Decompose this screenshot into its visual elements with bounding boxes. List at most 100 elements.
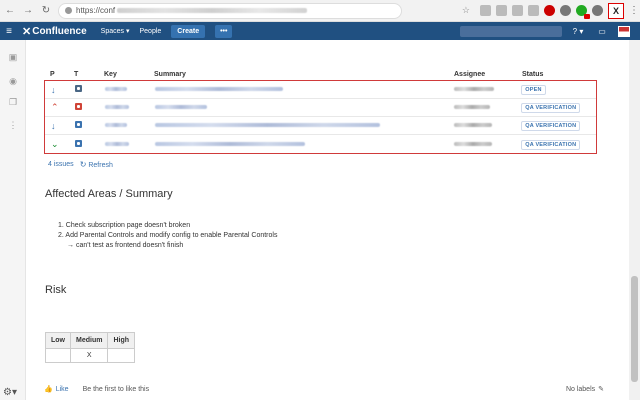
app-switcher-icon[interactable]: ≡ xyxy=(0,26,18,37)
extension-icon[interactable] xyxy=(512,5,523,16)
priority-low-icon: ↓ xyxy=(51,120,56,131)
refresh-label: Refresh xyxy=(88,162,113,169)
space-icon[interactable]: ▣ xyxy=(7,52,19,64)
confluence-header: ≡ ✕ Confluence Spaces ▾ People Create ••… xyxy=(0,22,640,40)
issue-key-redacted[interactable] xyxy=(104,123,127,127)
extension-icon[interactable] xyxy=(560,5,571,16)
list-sub-item: → can't test as frontend doesn't finish xyxy=(67,242,184,249)
settings-extension-icon[interactable] xyxy=(592,5,603,16)
page-footer: 👍 Like Be the first to like this No labe… xyxy=(44,385,604,394)
summary-redacted[interactable] xyxy=(154,123,380,127)
bug-type-icon xyxy=(74,103,82,110)
feed-icon[interactable]: ◉ xyxy=(7,76,19,88)
story-type-icon xyxy=(74,139,82,147)
affected-list: 1. Check subscription page doesn't broke… xyxy=(58,221,277,251)
status-badge: OPEN xyxy=(521,85,546,95)
site-info-icon[interactable] xyxy=(65,7,72,14)
refresh-icon: ↻ xyxy=(79,160,87,169)
like-summary: Be the first to like this xyxy=(82,385,150,393)
column-summary[interactable]: Summary xyxy=(154,71,454,78)
more-create-button[interactable]: ••• xyxy=(215,24,233,38)
tree-icon[interactable]: ⋮ xyxy=(7,120,19,132)
status-badge: QA VERIFICATION xyxy=(521,139,581,150)
summary-redacted[interactable] xyxy=(154,105,207,109)
url-text: https://conf xyxy=(76,6,116,15)
gear-icon[interactable]: ⚙▾ xyxy=(3,387,17,398)
priority-trivial-icon: ⌄ xyxy=(51,138,59,149)
risk-table: Low Medium High X xyxy=(45,332,136,363)
extension-icon[interactable] xyxy=(576,5,590,19)
extension-icon[interactable] xyxy=(480,5,491,16)
assignee-redacted xyxy=(453,87,494,91)
bookmark-star-icon[interactable]: ☆ xyxy=(462,5,470,16)
like-icon: 👍 xyxy=(44,386,53,393)
table-row[interactable]: ↓ OPEN xyxy=(45,81,596,99)
help-icon[interactable]: ? ▾ xyxy=(570,27,586,36)
extension-icon[interactable] xyxy=(496,5,507,16)
edit-labels-icon[interactable]: ✎ xyxy=(598,385,604,393)
assignee-redacted xyxy=(453,141,492,146)
avatar[interactable] xyxy=(618,25,630,37)
help-label: ? xyxy=(572,26,578,36)
space-sidebar: ▣ ◉ ❐ ⋮ xyxy=(0,40,26,400)
nav-spaces[interactable]: Spaces ▾ xyxy=(101,27,130,35)
summary-redacted[interactable] xyxy=(154,141,305,146)
column-assignee[interactable]: Assignee xyxy=(454,71,522,78)
browser-menu-icon[interactable]: ⋮ xyxy=(628,5,640,16)
url-redacted xyxy=(117,8,308,13)
table-row[interactable]: ↓ QA VERIFICATION xyxy=(45,117,596,135)
jira-issues-macro: P T Key Summary Assignee Status ↓ OPEN ⌃ xyxy=(44,68,597,169)
task-type-icon xyxy=(74,85,82,92)
forward-arrow-icon[interactable]: → xyxy=(20,3,36,19)
list-item: 1. Check subscription page doesn't broke… xyxy=(58,222,191,229)
extensions-area: X xyxy=(480,2,624,19)
assignee-redacted xyxy=(453,105,490,109)
notifications-icon[interactable]: ▭ xyxy=(594,27,610,36)
column-priority[interactable]: P xyxy=(44,71,74,78)
labels-area[interactable]: No labels ✎ xyxy=(566,385,604,394)
assignee-redacted xyxy=(453,123,492,127)
summary-redacted[interactable] xyxy=(154,87,283,91)
confluence-logo[interactable]: ✕ Confluence xyxy=(22,25,87,38)
pages-icon[interactable]: ❐ xyxy=(7,97,19,109)
refresh-button[interactable]: ↻ Refresh xyxy=(80,160,113,169)
table-row[interactable]: ⌄ QA VERIFICATION xyxy=(45,135,596,153)
page-content: P T Key Summary Assignee Status ↓ OPEN ⌃ xyxy=(26,40,629,400)
issue-key-redacted[interactable] xyxy=(104,141,129,146)
risk-high-cell xyxy=(107,348,136,363)
column-key[interactable]: Key xyxy=(104,71,154,78)
nav-people[interactable]: People xyxy=(140,28,162,35)
confluence-logo-icon: ✕ xyxy=(22,25,32,38)
status-badge: QA VERIFICATION xyxy=(521,121,581,131)
create-button[interactable]: Create xyxy=(171,24,206,38)
risk-low-cell xyxy=(45,348,71,363)
issue-key-redacted[interactable] xyxy=(104,105,129,109)
top-navigation: Spaces ▾ People Create ••• xyxy=(101,24,233,38)
nav-spaces-label: Spaces xyxy=(100,28,125,35)
reload-icon[interactable]: ↻ xyxy=(38,3,54,19)
story-type-icon xyxy=(74,121,82,128)
browser-toolbar: ← → ↻ https://conf ☆ X ⋮ xyxy=(0,0,640,22)
list-item: 2. Add Parental Controls and modify conf… xyxy=(58,232,278,239)
issue-key-redacted[interactable] xyxy=(104,87,127,91)
extension-icon[interactable] xyxy=(544,5,555,16)
confluence-extension-icon[interactable]: X xyxy=(608,2,624,19)
back-arrow-icon[interactable]: ← xyxy=(2,3,18,19)
address-bar[interactable]: https://conf xyxy=(58,2,402,19)
jira-table-footer: 4 issues ↻ Refresh xyxy=(44,160,597,169)
scrollbar-thumb[interactable] xyxy=(631,276,638,382)
priority-low-icon: ↓ xyxy=(51,84,56,95)
page-scrollbar[interactable] xyxy=(629,40,640,400)
priority-high-icon: ⌃ xyxy=(51,102,59,112)
risk-header-high: High xyxy=(107,332,136,349)
column-status[interactable]: Status xyxy=(522,71,597,78)
column-type[interactable]: T xyxy=(74,71,104,78)
logo-text: Confluence xyxy=(32,25,87,37)
like-button[interactable]: 👍 Like xyxy=(44,385,69,394)
risk-heading: Risk xyxy=(45,284,67,296)
status-badge: QA VERIFICATION xyxy=(521,103,581,113)
search-input[interactable] xyxy=(460,25,562,37)
extension-icon[interactable] xyxy=(528,5,539,16)
issues-count-link[interactable]: 4 issues xyxy=(48,161,74,168)
table-row[interactable]: ⌃ QA VERIFICATION xyxy=(45,99,596,117)
